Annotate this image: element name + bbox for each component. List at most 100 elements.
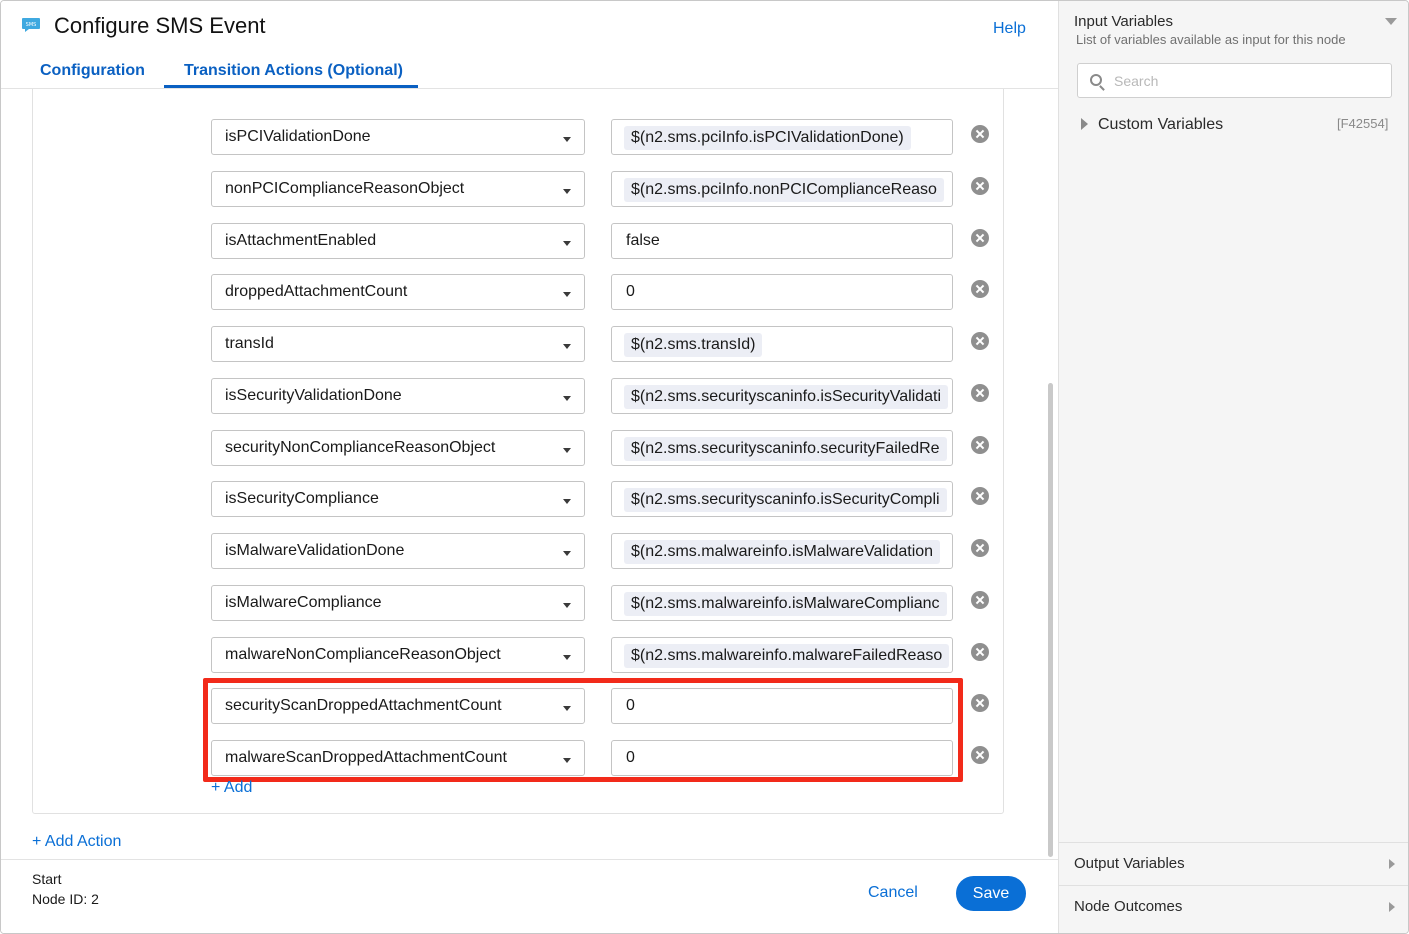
variable-select-value: isSecurityValidationDone <box>225 386 402 404</box>
value-field[interactable]: 0 <box>611 688 953 725</box>
active-tab-indicator <box>164 85 418 88</box>
remove-row-icon[interactable] <box>971 176 989 195</box>
value-text: 0 <box>626 697 635 715</box>
value-field[interactable]: false <box>611 222 953 259</box>
caret-down-icon <box>563 240 571 246</box>
remove-row-icon[interactable] <box>971 228 989 247</box>
variable-select-value: droppedAttachmentCount <box>225 283 408 301</box>
caret-down-icon <box>563 344 571 349</box>
value-text: 0 <box>626 283 635 301</box>
value-field[interactable]: $(n2.sms.securityscaninfo.securityFailed… <box>611 429 953 466</box>
remove-row-icon[interactable] <box>971 383 989 402</box>
add-variable-link[interactable]: + Add <box>211 779 252 797</box>
main-panel: SMS Configure SMS Event Help Configurati… <box>1 1 1058 933</box>
sms-icon: SMS <box>22 18 40 32</box>
value-field[interactable]: $(n2.sms.securityscaninfo.isSecurityVali… <box>611 377 953 414</box>
variable-select[interactable]: securityScanDroppedAttachmentCount <box>211 688 585 725</box>
tree-item-custom-variables[interactable]: Custom Variables <box>1098 116 1223 134</box>
assignment-row: isSecurityCompliance $(n2.sms.securitysca… <box>1 481 1058 518</box>
remove-row-icon[interactable] <box>971 332 989 350</box>
expression-chip: $(n2.sms.transId) <box>624 333 763 357</box>
caret-down-icon <box>563 706 571 712</box>
assignment-row: isSecurityValidationDone $(n2.sms.securit… <box>1 377 1058 414</box>
caret-down-icon <box>563 292 571 298</box>
node-id: Node ID: 2 <box>32 891 99 907</box>
caret-down-icon <box>563 395 571 401</box>
expression-chip: $(n2.sms.securityscaninfo.isSecurityComp… <box>624 488 947 513</box>
value-field[interactable]: $(n2.sms.securityscaninfo.isSecurityComp… <box>611 481 953 518</box>
variable-select[interactable]: isPCIValidationDone <box>211 119 585 155</box>
expression-chip: $(n2.sms.malwareinfo.isMalwareComplianc <box>624 591 947 616</box>
variable-select[interactable]: isAttachmentEnabled <box>211 222 585 259</box>
input-variables-panel: Input Variables List of variables availa… <box>1058 1 1408 933</box>
search-input[interactable] <box>1112 64 1382 97</box>
variable-select-value: securityScanDroppedAttachmentCount <box>225 697 502 715</box>
remove-row-icon[interactable] <box>971 280 989 299</box>
variable-select[interactable]: malwareScanDroppedAttachmentCount <box>211 740 585 776</box>
variable-select-value: isSecurityCompliance <box>225 490 379 508</box>
variable-select[interactable]: isSecurityValidationDone <box>211 377 585 414</box>
remove-row-icon[interactable] <box>971 642 989 661</box>
variable-select[interactable]: isMalwareValidationDone <box>211 533 585 569</box>
node-name: Start <box>32 871 62 887</box>
assignment-row: malwareNonComplianceReasonObject $(n2.sms… <box>1 636 1058 673</box>
remove-row-icon[interactable] <box>971 694 989 713</box>
section-label: Output Variables <box>1074 855 1185 872</box>
variable-select[interactable]: securityNonComplianceReasonObject <box>211 429 585 466</box>
tab-transition-actions[interactable]: Transition Actions (Optional) <box>184 62 403 80</box>
remove-row-icon[interactable] <box>971 435 989 454</box>
transition-actions-scroll-area[interactable]: isPCIValidationDone $(n2.sms.pciInfo.isPC… <box>1 89 1058 859</box>
assignment-row: securityScanDroppedAttachmentCount 0 <box>1 688 1058 725</box>
search-icon <box>1090 74 1102 86</box>
value-field[interactable]: 0 <box>611 740 953 776</box>
remove-row-icon[interactable] <box>971 487 989 506</box>
value-field[interactable]: $(n2.sms.malwareinfo.isMalwareValidation <box>611 533 953 569</box>
value-field[interactable]: $(n2.sms.malwareinfo.malwareFailedReaso <box>611 636 953 673</box>
value-field[interactable]: 0 <box>611 274 953 311</box>
value-field[interactable]: $(n2.sms.pciInfo.isPCIValidationDone) <box>611 119 953 155</box>
variable-select[interactable]: transId <box>211 326 585 362</box>
add-action-link[interactable]: + Add Action <box>32 833 121 851</box>
chevron-right-icon <box>1389 859 1395 869</box>
expression-chip: $(n2.sms.malwareinfo.malwareFailedReaso <box>624 643 950 668</box>
scrollbar-thumb[interactable] <box>1048 383 1053 857</box>
variable-select-value: malwareNonComplianceReasonObject <box>225 645 501 663</box>
value-field[interactable]: $(n2.sms.transId) <box>611 326 953 362</box>
section-output-variables[interactable]: Output Variables <box>1059 842 1408 885</box>
caret-down-icon <box>563 551 571 556</box>
variable-select[interactable]: malwareNonComplianceReasonObject <box>211 636 585 673</box>
expand-arrow-icon[interactable] <box>1081 118 1088 130</box>
expression-chip: $(n2.sms.pciInfo.nonPCIComplianceReaso <box>624 177 944 202</box>
remove-row-icon[interactable] <box>971 590 989 609</box>
save-button[interactable]: Save <box>956 876 1026 911</box>
help-link[interactable]: Help <box>993 20 1026 38</box>
variable-select-value: securityNonComplianceReasonObject <box>225 438 496 456</box>
expression-chip: $(n2.sms.securityscaninfo.securityFailed… <box>624 436 947 461</box>
cancel-button[interactable]: Cancel <box>868 884 918 902</box>
value-field[interactable]: $(n2.sms.malwareinfo.isMalwareComplianc <box>611 584 953 621</box>
value-field[interactable]: $(n2.sms.pciInfo.nonPCIComplianceReaso <box>611 170 953 207</box>
caret-down-icon <box>563 602 571 608</box>
tab-configuration[interactable]: Configuration <box>40 62 145 80</box>
caret-down-icon <box>563 758 571 763</box>
variable-select[interactable]: nonPCIComplianceReasonObject <box>211 170 585 207</box>
variable-select[interactable]: isMalwareCompliance <box>211 584 585 621</box>
assignment-row: isMalwareValidationDone $(n2.sms.malwarei… <box>1 533 1058 569</box>
chevron-right-icon <box>1389 902 1395 912</box>
assignment-row: transId $(n2.sms.transId) <box>1 326 1058 362</box>
panel-title: Input Variables <box>1074 13 1173 30</box>
section-label: Node Outcomes <box>1074 898 1183 915</box>
remove-row-icon[interactable] <box>971 539 989 557</box>
variable-select-value: nonPCIComplianceReasonObject <box>225 179 465 197</box>
remove-row-icon[interactable] <box>971 125 989 143</box>
remove-row-icon[interactable] <box>971 746 989 764</box>
variable-select[interactable]: isSecurityCompliance <box>211 481 585 518</box>
variable-select[interactable]: droppedAttachmentCount <box>211 274 585 311</box>
variable-search <box>1077 63 1392 98</box>
panel-subtitle: List of variables available as input for… <box>1076 32 1346 47</box>
expression-chip: $(n2.sms.malwareinfo.isMalwareValidation <box>624 540 941 564</box>
section-node-outcomes[interactable]: Node Outcomes <box>1059 885 1408 928</box>
caret-down-icon <box>563 654 571 660</box>
caret-down-icon <box>563 447 571 453</box>
collapse-panel-icon[interactable] <box>1385 18 1397 25</box>
